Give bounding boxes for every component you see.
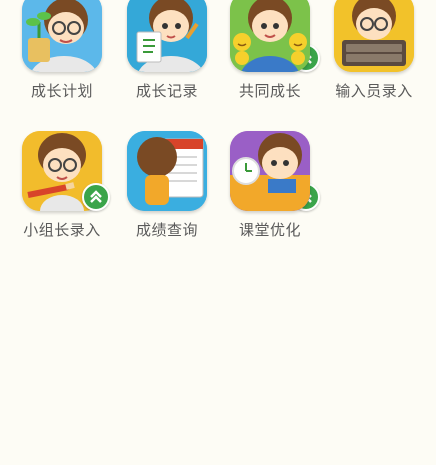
smiley-faces-icon [230,0,310,72]
app-tile-growth-plan[interactable]: 成长计划 [10,0,114,101]
app-label: 成长记录 [135,82,198,100]
app-tile-grow-together[interactable]: 共同成长 [218,0,322,101]
record-card-icon [127,0,207,72]
app-tile-score-query[interactable]: 成绩查询 [115,131,320,240]
app-label: 输入员录入 [335,82,413,100]
app-tile-group-leader-entry[interactable]: 小组长录入 [10,131,114,240]
app-label: 成绩查询 [135,221,198,239]
app-tile-inputter-entry[interactable]: 输入员录入 [322,0,426,101]
app-label: 课堂优化 [238,221,301,239]
update-badge-icon [82,183,110,211]
plant-pot-icon [22,0,102,72]
calendar-icon [127,131,207,211]
app-label: 小组长录入 [23,221,101,239]
app-grid: 成长计划 成长记录 共同成长 输入员录入 小组长录入 成绩查询 课堂优化 [0,0,436,465]
app-tile-growth-record[interactable]: 成长记录 [115,0,320,101]
app-label: 共同成长 [238,82,301,100]
app-label: 成长计划 [30,82,93,100]
clock-icon [230,131,310,211]
app-tile-classroom-optimization[interactable]: 课堂优化 [218,131,322,240]
keyboard-icon [334,0,414,72]
